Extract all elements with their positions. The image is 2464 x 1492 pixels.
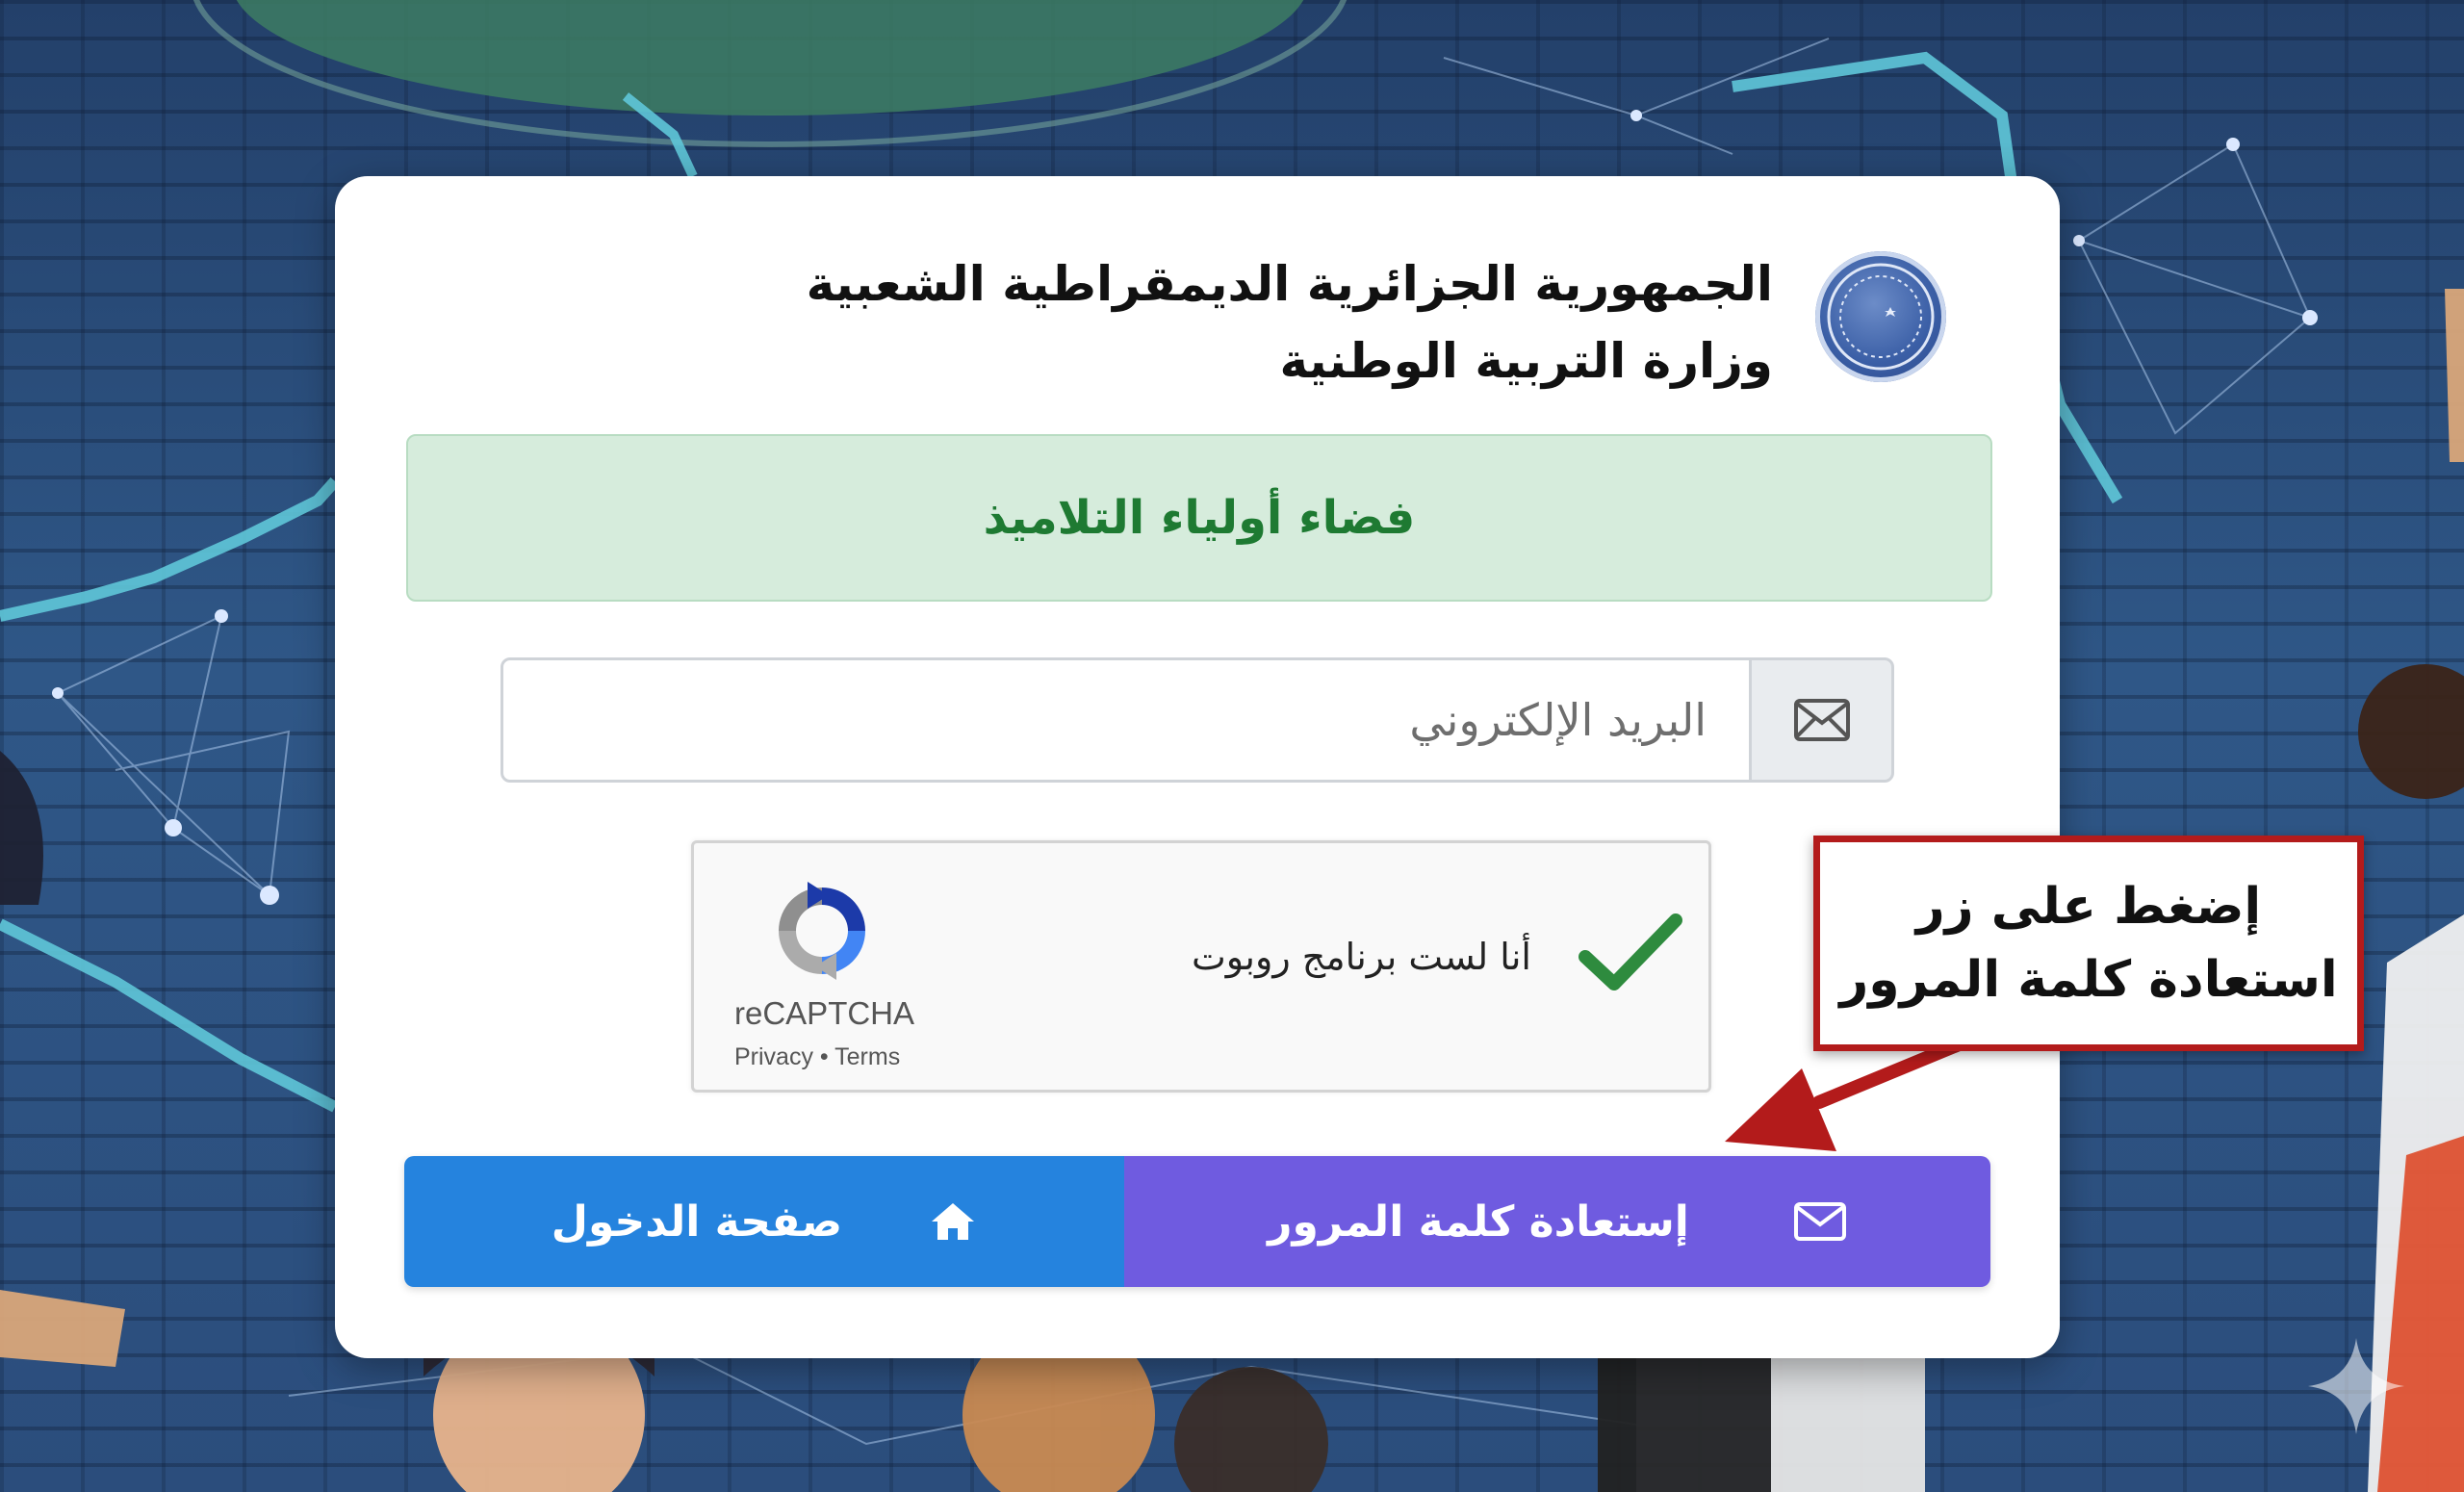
callout-text: إضغط على زر استعادة كلمة المرور	[1839, 878, 2338, 1009]
annotation-arrow	[1725, 1027, 1991, 1151]
instruction-callout: إضغط على زر استعادة كلمة المرور	[1813, 836, 2364, 1051]
sparkle-icon	[2308, 1338, 2404, 1434]
